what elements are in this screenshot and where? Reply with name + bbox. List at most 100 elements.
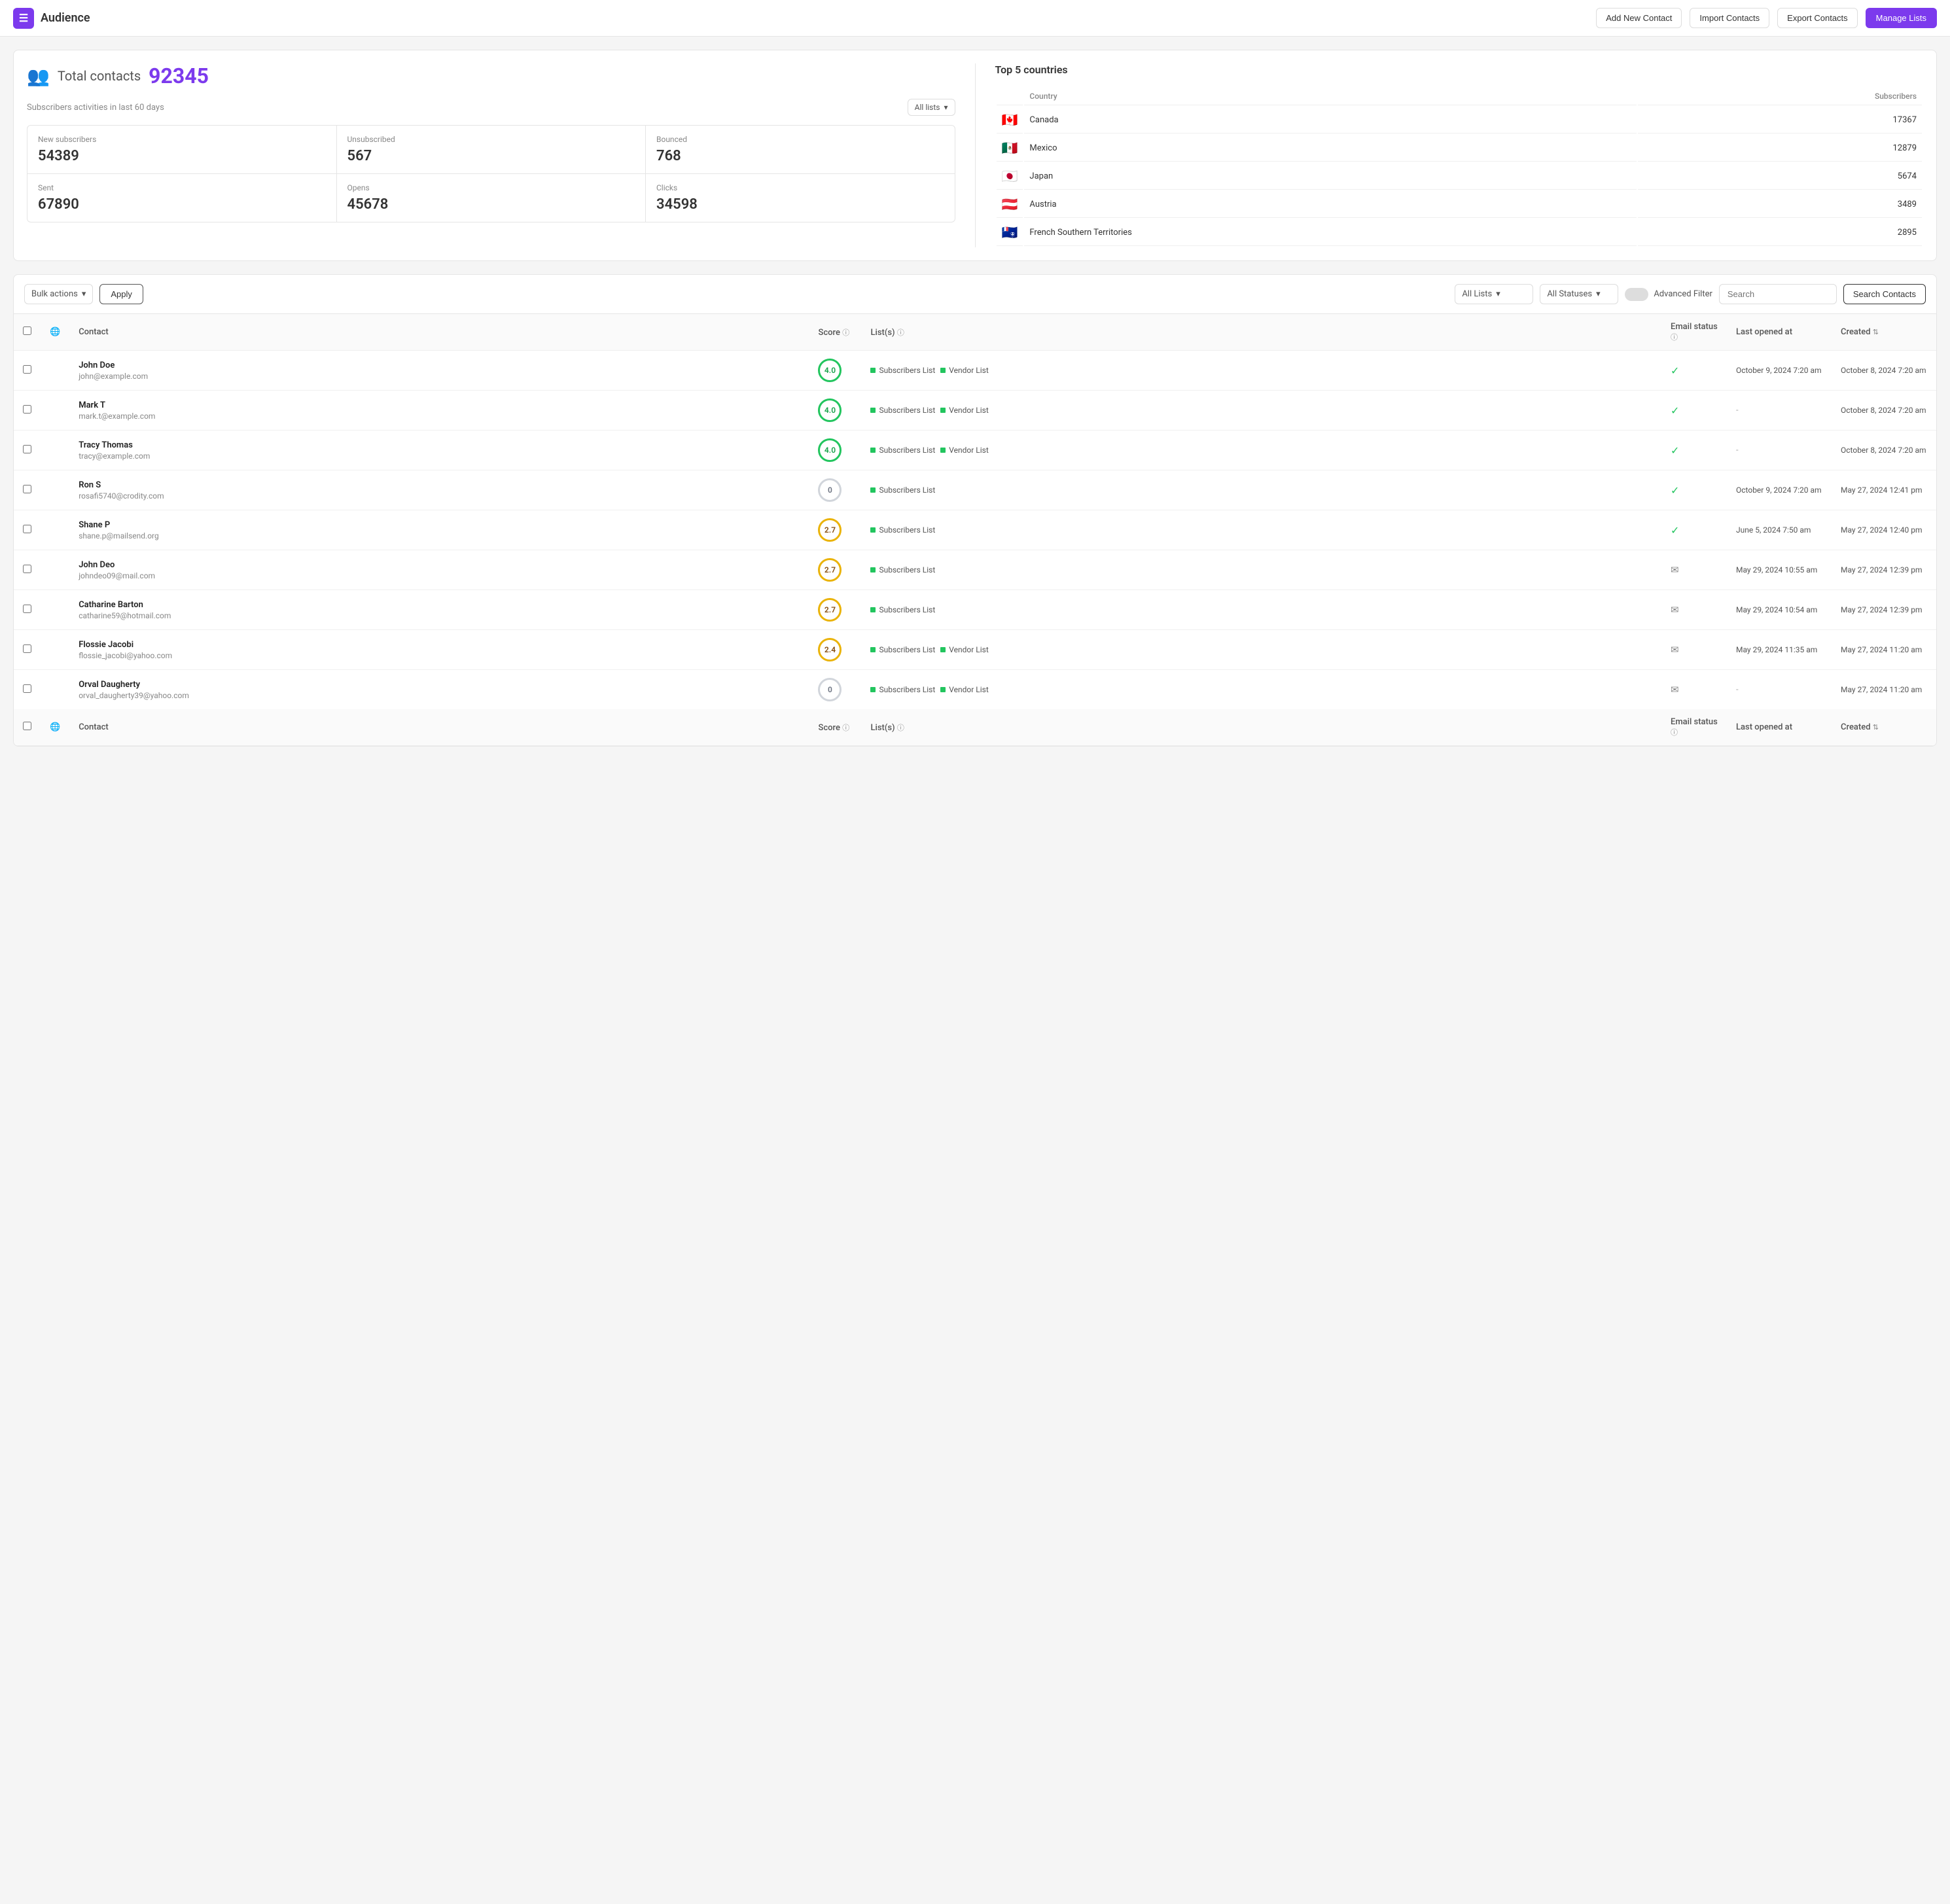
table-row: John Doe john@example.com 4.0 Subscriber… xyxy=(14,351,1936,391)
row-globe-cell xyxy=(41,550,69,590)
table-row: Catharine Barton catharine59@hotmail.com… xyxy=(14,590,1936,630)
row-score: 2.7 xyxy=(809,590,861,630)
created-date: May 27, 2024 11:20 am xyxy=(1841,685,1922,694)
footer-score-info-icon[interactable]: ⓘ xyxy=(842,724,849,732)
search-contacts-button[interactable]: Search Contacts xyxy=(1843,284,1926,304)
list-tag: Subscribers List xyxy=(870,525,935,535)
chevron-down-icon: ▾ xyxy=(82,289,86,299)
score-info-icon[interactable]: ⓘ xyxy=(842,328,849,337)
stat-bounced: Bounced 768 xyxy=(646,126,955,173)
email-check-icon: ✓ xyxy=(1671,444,1679,457)
table-row: Tracy Thomas tracy@example.com 4.0 Subsc… xyxy=(14,431,1936,470)
row-checkbox[interactable] xyxy=(23,405,31,414)
all-statuses-filter-label: All Statuses xyxy=(1547,289,1592,299)
row-lists: Subscribers List xyxy=(861,590,1661,630)
created-date: May 27, 2024 12:39 pm xyxy=(1841,605,1922,614)
row-lists: Subscribers List xyxy=(861,550,1661,590)
footer-email-status-info-icon[interactable]: ⓘ xyxy=(1671,728,1678,737)
row-checkbox-cell xyxy=(14,351,41,391)
app-name: Audience xyxy=(41,11,90,25)
footer-created-sort-icon[interactable]: ⇅ xyxy=(1873,723,1879,732)
bulk-actions-select[interactable]: Bulk actions ▾ xyxy=(24,284,93,304)
list-tag: Vendor List xyxy=(940,645,989,654)
row-checkbox[interactable] xyxy=(23,684,31,693)
activities-label: Subscribers activities in last 60 days xyxy=(27,103,164,113)
country-count: 3489 xyxy=(1638,191,1922,218)
stat-label-bounced: Bounced xyxy=(656,135,944,144)
stat-value-opens: 45678 xyxy=(347,196,635,213)
created-date: May 27, 2024 12:41 pm xyxy=(1841,485,1922,495)
row-checkbox[interactable] xyxy=(23,644,31,653)
contacts-table-wrap: 🌐 Contact Score ⓘ List(s) ⓘ Email statu xyxy=(13,313,1937,747)
apply-button[interactable]: Apply xyxy=(99,284,143,304)
all-lists-filter-label: All Lists xyxy=(1462,289,1492,299)
table-row: Ron S rosafi5740@crodity.com 0 Subscribe… xyxy=(14,470,1936,510)
email-check-icon: ✓ xyxy=(1671,364,1679,377)
row-contact: Mark T mark.t@example.com xyxy=(69,391,809,431)
row-globe-cell xyxy=(41,470,69,510)
stat-clicks: Clicks 34598 xyxy=(646,174,955,222)
country-row: 🇹🇫 French Southern Territories 2895 xyxy=(997,219,1923,246)
country-name: Austria xyxy=(1024,191,1636,218)
row-lists: Subscribers List xyxy=(861,470,1661,510)
manage-lists-button[interactable]: Manage Lists xyxy=(1866,8,1937,28)
select-all-checkbox[interactable] xyxy=(23,326,31,335)
row-lists: Subscribers ListVendor List xyxy=(861,630,1661,670)
lists-info-icon[interactable]: ⓘ xyxy=(897,328,904,337)
country-row: 🇦🇹 Austria 3489 xyxy=(997,191,1923,218)
all-lists-select[interactable]: All lists ▾ xyxy=(908,99,955,116)
export-contacts-button[interactable]: Export Contacts xyxy=(1777,8,1858,28)
add-contact-button[interactable]: Add New Contact xyxy=(1596,8,1682,28)
row-checkbox[interactable] xyxy=(23,605,31,613)
row-email-status: ✉ xyxy=(1661,630,1727,670)
country-name: Canada xyxy=(1024,107,1636,133)
row-created: May 27, 2024 12:39 pm xyxy=(1832,590,1936,630)
logo-icon: ☰ xyxy=(13,8,34,29)
chevron-down-icon: ▾ xyxy=(1596,289,1601,299)
country-count: 12879 xyxy=(1638,135,1922,162)
all-statuses-filter[interactable]: All Statuses ▾ xyxy=(1540,284,1618,304)
list-tag: Vendor List xyxy=(940,406,989,415)
row-last-opened: May 29, 2024 10:55 am xyxy=(1727,550,1832,590)
footer-contact-header: Contact xyxy=(69,709,809,746)
row-email-status: ✓ xyxy=(1661,510,1727,550)
row-email-status: ✉ xyxy=(1661,590,1727,630)
row-globe-cell xyxy=(41,630,69,670)
contact-header: Contact xyxy=(69,314,809,351)
score-badge: 4.0 xyxy=(818,398,842,422)
advanced-filter-switch[interactable] xyxy=(1625,288,1648,301)
row-checkbox[interactable] xyxy=(23,365,31,374)
row-checkbox[interactable] xyxy=(23,445,31,453)
footer-select-all-checkbox[interactable] xyxy=(23,722,31,730)
all-lists-filter[interactable]: All Lists ▾ xyxy=(1455,284,1533,304)
list-tag: Subscribers List xyxy=(870,605,935,614)
row-created: May 27, 2024 11:20 am xyxy=(1832,670,1936,710)
contact-email: catharine59@hotmail.com xyxy=(79,611,800,620)
total-contacts-label: Total contacts xyxy=(58,68,141,84)
stat-unsubscribed: Unsubscribed 567 xyxy=(337,126,646,173)
email-check-icon: ✓ xyxy=(1671,484,1679,497)
search-input[interactable] xyxy=(1719,284,1837,304)
stats-grid: New subscribers 54389 Unsubscribed 567 B… xyxy=(27,125,955,222)
row-score: 2.7 xyxy=(809,550,861,590)
list-tag: Subscribers List xyxy=(870,685,935,694)
footer-lists-info-icon[interactable]: ⓘ xyxy=(897,724,904,732)
row-contact: Shane P shane.p@mailsend.org xyxy=(69,510,809,550)
row-created: May 27, 2024 12:40 pm xyxy=(1832,510,1936,550)
row-checkbox[interactable] xyxy=(23,565,31,573)
row-email-status: ✓ xyxy=(1661,470,1727,510)
table-footer-row: 🌐 Contact Score ⓘ List(s) ⓘ Email statu xyxy=(14,709,1936,746)
import-contacts-button[interactable]: Import Contacts xyxy=(1690,8,1769,28)
row-email-status: ✓ xyxy=(1661,391,1727,431)
created-sort-icon[interactable]: ⇅ xyxy=(1873,328,1879,336)
row-checkbox[interactable] xyxy=(23,525,31,533)
contact-email: john@example.com xyxy=(79,372,800,381)
row-checkbox[interactable] xyxy=(23,485,31,493)
stat-opens: Opens 45678 xyxy=(337,174,646,222)
row-created: May 27, 2024 12:39 pm xyxy=(1832,550,1936,590)
contact-email: tracy@example.com xyxy=(79,451,800,461)
country-row: 🇯🇵 Japan 5674 xyxy=(997,163,1923,190)
email-status-info-icon[interactable]: ⓘ xyxy=(1671,333,1678,342)
row-email-status: ✓ xyxy=(1661,431,1727,470)
stats-section: 👥 Total contacts 92345 Subscribers activ… xyxy=(13,50,1937,261)
